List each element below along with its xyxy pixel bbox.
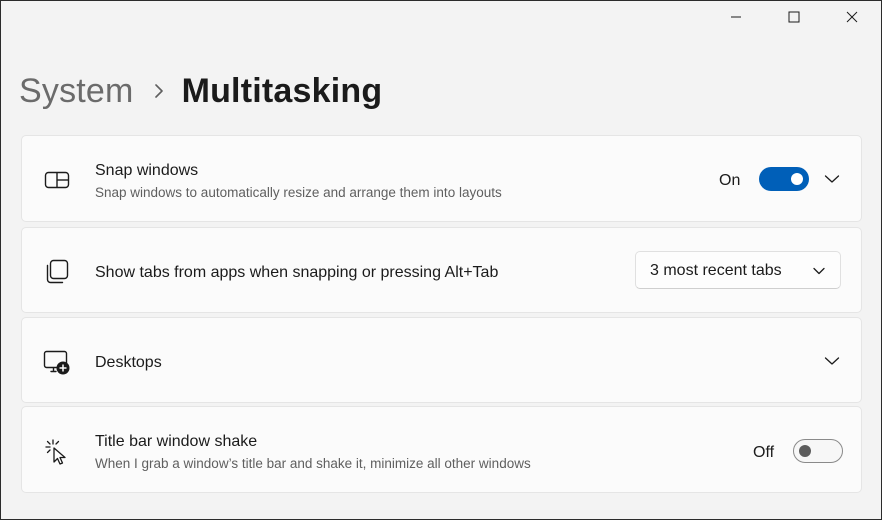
minimize-icon bbox=[730, 11, 742, 23]
add-desktop-icon bbox=[42, 347, 72, 377]
snap-windows-state-label: On bbox=[719, 172, 741, 189]
snap-windows-title: Snap windows bbox=[95, 162, 199, 179]
dropdown-selected-value: 3 most recent tabs bbox=[650, 262, 782, 279]
caption-buttons bbox=[707, 1, 881, 33]
title-bar-shake-card: Title bar window shake When I grab a win… bbox=[21, 406, 862, 493]
show-tabs-card: Show tabs from apps when snapping or pre… bbox=[21, 227, 862, 313]
shake-cursor-icon bbox=[42, 437, 72, 467]
chevron-down-icon[interactable] bbox=[822, 169, 842, 189]
chevron-right-icon bbox=[154, 84, 164, 98]
settings-window: System Multitasking Snap windows Snap wi… bbox=[0, 0, 882, 520]
show-tabs-dropdown[interactable]: 3 most recent tabs bbox=[635, 251, 841, 289]
snap-layout-icon bbox=[42, 165, 72, 195]
breadcrumb-system-link[interactable]: System bbox=[19, 72, 134, 111]
title-bar-shake-toggle[interactable] bbox=[793, 439, 843, 463]
breadcrumb: System Multitasking bbox=[19, 69, 382, 113]
desktops-title: Desktops bbox=[95, 354, 162, 371]
snap-windows-toggle[interactable] bbox=[759, 167, 809, 191]
chevron-down-icon bbox=[812, 264, 826, 278]
stacked-windows-icon bbox=[42, 257, 72, 287]
maximize-icon bbox=[788, 11, 800, 23]
chevron-down-icon[interactable] bbox=[822, 351, 842, 371]
toggle-knob bbox=[791, 173, 803, 185]
title-bar-shake-state-label: Off bbox=[753, 444, 775, 461]
maximize-button[interactable] bbox=[765, 1, 823, 33]
title-bar-shake-description: When I grab a window’s title bar and sha… bbox=[95, 456, 531, 471]
close-icon bbox=[846, 11, 858, 23]
show-tabs-title: Show tabs from apps when snapping or pre… bbox=[95, 264, 499, 281]
minimize-button[interactable] bbox=[707, 1, 765, 33]
snap-windows-description: Snap windows to automatically resize and… bbox=[95, 185, 502, 200]
title-bar-shake-title: Title bar window shake bbox=[95, 433, 258, 450]
close-button[interactable] bbox=[823, 1, 881, 33]
page-title: Multitasking bbox=[181, 71, 383, 110]
desktops-card[interactable]: Desktops bbox=[21, 317, 862, 403]
snap-windows-card[interactable]: Snap windows Snap windows to automatical… bbox=[21, 135, 862, 222]
toggle-knob bbox=[799, 445, 811, 457]
